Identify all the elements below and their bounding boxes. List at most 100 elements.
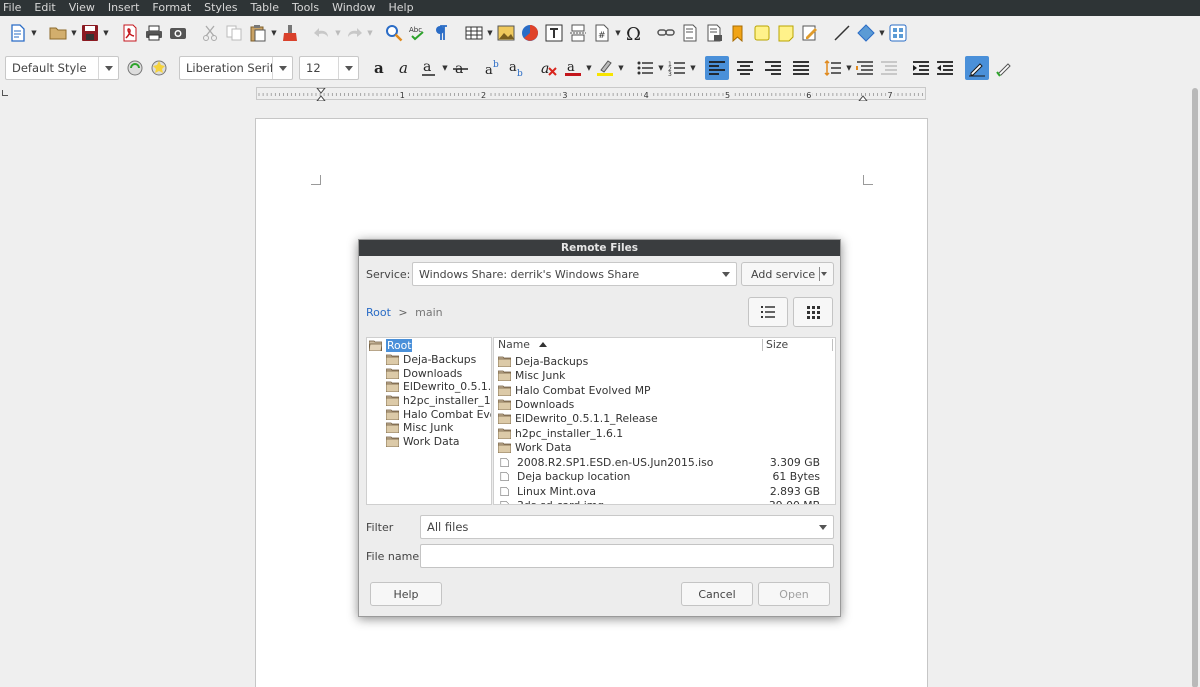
save-icon[interactable] — [78, 21, 102, 45]
add-service-dropdown-icon[interactable] — [819, 267, 827, 281]
paste-icon[interactable] — [246, 21, 270, 45]
file-row[interactable]: Work Data — [498, 441, 835, 455]
insert-textbox-icon[interactable] — [542, 21, 566, 45]
shapes-dropdown-icon[interactable]: ▼ — [878, 21, 886, 45]
insert-table-icon[interactable] — [462, 21, 486, 45]
align-left-icon[interactable] — [705, 56, 729, 80]
increase-paragraph-spacing-icon[interactable] — [853, 56, 877, 80]
file-row[interactable]: 2008.R2.SP1.ESD.en-US.Jun2015.iso 3.309 G… — [498, 455, 835, 469]
open-button[interactable]: Open — [758, 582, 830, 606]
column-divider[interactable] — [832, 339, 833, 351]
strikethrough-icon[interactable]: a — [449, 56, 473, 80]
footnote-icon[interactable] — [678, 21, 702, 45]
add-service-button[interactable]: Add service — [741, 262, 834, 286]
hyperlink-icon[interactable] — [654, 21, 678, 45]
font-color-dropdown-icon[interactable]: ▼ — [585, 56, 593, 80]
tree-item[interactable]: Misc Junk — [386, 421, 453, 435]
file-row[interactable]: ElDewrito_0.5.1.1_Release — [498, 412, 835, 426]
filter-combo[interactable]: All files — [420, 515, 834, 539]
decrease-indent-icon[interactable] — [933, 56, 957, 80]
print-icon[interactable] — [142, 21, 166, 45]
menu-file[interactable]: File — [0, 0, 25, 16]
font-color-icon[interactable]: a — [561, 56, 585, 80]
file-row[interactable]: h2pc_installer_1.6.1 — [498, 426, 835, 440]
field-dropdown-icon[interactable]: ▼ — [614, 21, 622, 45]
help-button[interactable]: Help — [370, 582, 442, 606]
superscript-icon[interactable]: ab — [481, 56, 505, 80]
menu-format[interactable]: Format — [148, 0, 195, 16]
menu-insert[interactable]: Insert — [104, 0, 144, 16]
chevron-down-icon[interactable] — [272, 57, 292, 79]
line-spacing-dropdown-icon[interactable]: ▼ — [845, 56, 853, 80]
spelling-icon[interactable]: Abc — [406, 21, 430, 45]
bullet-list-icon[interactable] — [633, 56, 657, 80]
update-style-icon[interactable] — [123, 56, 147, 80]
clone-formatting-icon[interactable] — [278, 21, 302, 45]
basic-shapes-icon[interactable] — [854, 21, 878, 45]
menu-view[interactable]: View — [65, 0, 99, 16]
new-document-icon[interactable] — [6, 21, 30, 45]
file-row[interactable]: 3ds-sd-card.img 39.00 MB — [498, 499, 835, 504]
file-row[interactable]: Halo Combat Evolved MP — [498, 383, 835, 397]
breadcrumb-root[interactable]: Root — [366, 306, 391, 319]
chevron-down-icon[interactable] — [813, 516, 833, 538]
clear-formatting-icon[interactable]: a — [537, 56, 561, 80]
chevron-down-icon[interactable] — [98, 57, 118, 79]
brush-icon[interactable] — [993, 56, 1017, 80]
bullet-dropdown-icon[interactable]: ▼ — [657, 56, 665, 80]
redo-icon[interactable] — [342, 21, 366, 45]
paste-dropdown-icon[interactable]: ▼ — [270, 21, 278, 45]
file-row[interactable]: Downloads — [498, 397, 835, 411]
highlight-icon[interactable] — [593, 56, 617, 80]
scrollbar-thumb[interactable] — [1192, 88, 1198, 687]
copy-icon[interactable] — [222, 21, 246, 45]
autocorrect-icon[interactable] — [965, 56, 989, 80]
bold-icon[interactable]: a — [369, 56, 393, 80]
line-spacing-icon[interactable] — [821, 56, 845, 80]
cross-reference-icon[interactable] — [750, 21, 774, 45]
file-row[interactable]: Deja backup location 61 Bytes — [498, 470, 835, 484]
cut-icon[interactable] — [198, 21, 222, 45]
list-view-button[interactable] — [748, 297, 788, 327]
menu-window[interactable]: Window — [328, 0, 379, 16]
open-dropdown-icon[interactable]: ▼ — [70, 21, 78, 45]
new-style-icon[interactable] — [147, 56, 171, 80]
menu-tools[interactable]: Tools — [288, 0, 323, 16]
decrease-paragraph-spacing-icon[interactable] — [877, 56, 901, 80]
insert-chart-icon[interactable] — [518, 21, 542, 45]
chevron-down-icon[interactable] — [338, 57, 358, 79]
find-replace-icon[interactable] — [382, 21, 406, 45]
menu-styles[interactable]: Styles — [200, 0, 241, 16]
align-right-icon[interactable] — [761, 56, 785, 80]
underline-dropdown-icon[interactable]: ▼ — [441, 56, 449, 80]
print-preview-icon[interactable] — [166, 21, 190, 45]
page-break-icon[interactable] — [566, 21, 590, 45]
file-row[interactable]: Misc Junk — [498, 368, 835, 382]
paragraph-style-combo[interactable]: Default Style — [5, 56, 119, 80]
breadcrumb-current[interactable]: main — [415, 306, 442, 319]
export-pdf-icon[interactable] — [118, 21, 142, 45]
tree-item[interactable]: h2pc_installer_1.6 — [386, 394, 491, 408]
tree-item[interactable]: Work Data — [386, 435, 460, 449]
icon-view-button[interactable] — [793, 297, 833, 327]
service-combo[interactable]: Windows Share: derrik's Windows Share — [412, 262, 737, 286]
right-indent-marker[interactable] — [858, 95, 868, 101]
justify-icon[interactable] — [789, 56, 813, 80]
formatting-marks-icon[interactable] — [430, 21, 454, 45]
column-name-header[interactable]: Name — [498, 338, 548, 352]
numbered-dropdown-icon[interactable]: ▼ — [689, 56, 697, 80]
tree-item-root[interactable]: Root — [369, 339, 413, 353]
column-size-header[interactable]: Size — [766, 338, 788, 352]
menu-table[interactable]: Table — [247, 0, 283, 16]
file-row[interactable]: Linux Mint.ova 2.893 GB — [498, 484, 835, 498]
cancel-button[interactable]: Cancel — [681, 582, 753, 606]
column-divider[interactable] — [762, 339, 763, 351]
tree-item[interactable]: Deja-Backups — [386, 353, 476, 367]
tree-item[interactable]: ElDewrito_0.5.1.1 — [386, 380, 491, 394]
track-changes-icon[interactable] — [798, 21, 822, 45]
menu-help[interactable]: Help — [384, 0, 417, 16]
undo-dropdown-icon[interactable]: ▼ — [334, 21, 342, 45]
font-size-combo[interactable]: 12 — [299, 56, 359, 80]
horizontal-ruler[interactable]: 1 2 3 4 5 6 7 — [256, 87, 926, 101]
file-row[interactable]: Deja-Backups — [498, 354, 835, 368]
